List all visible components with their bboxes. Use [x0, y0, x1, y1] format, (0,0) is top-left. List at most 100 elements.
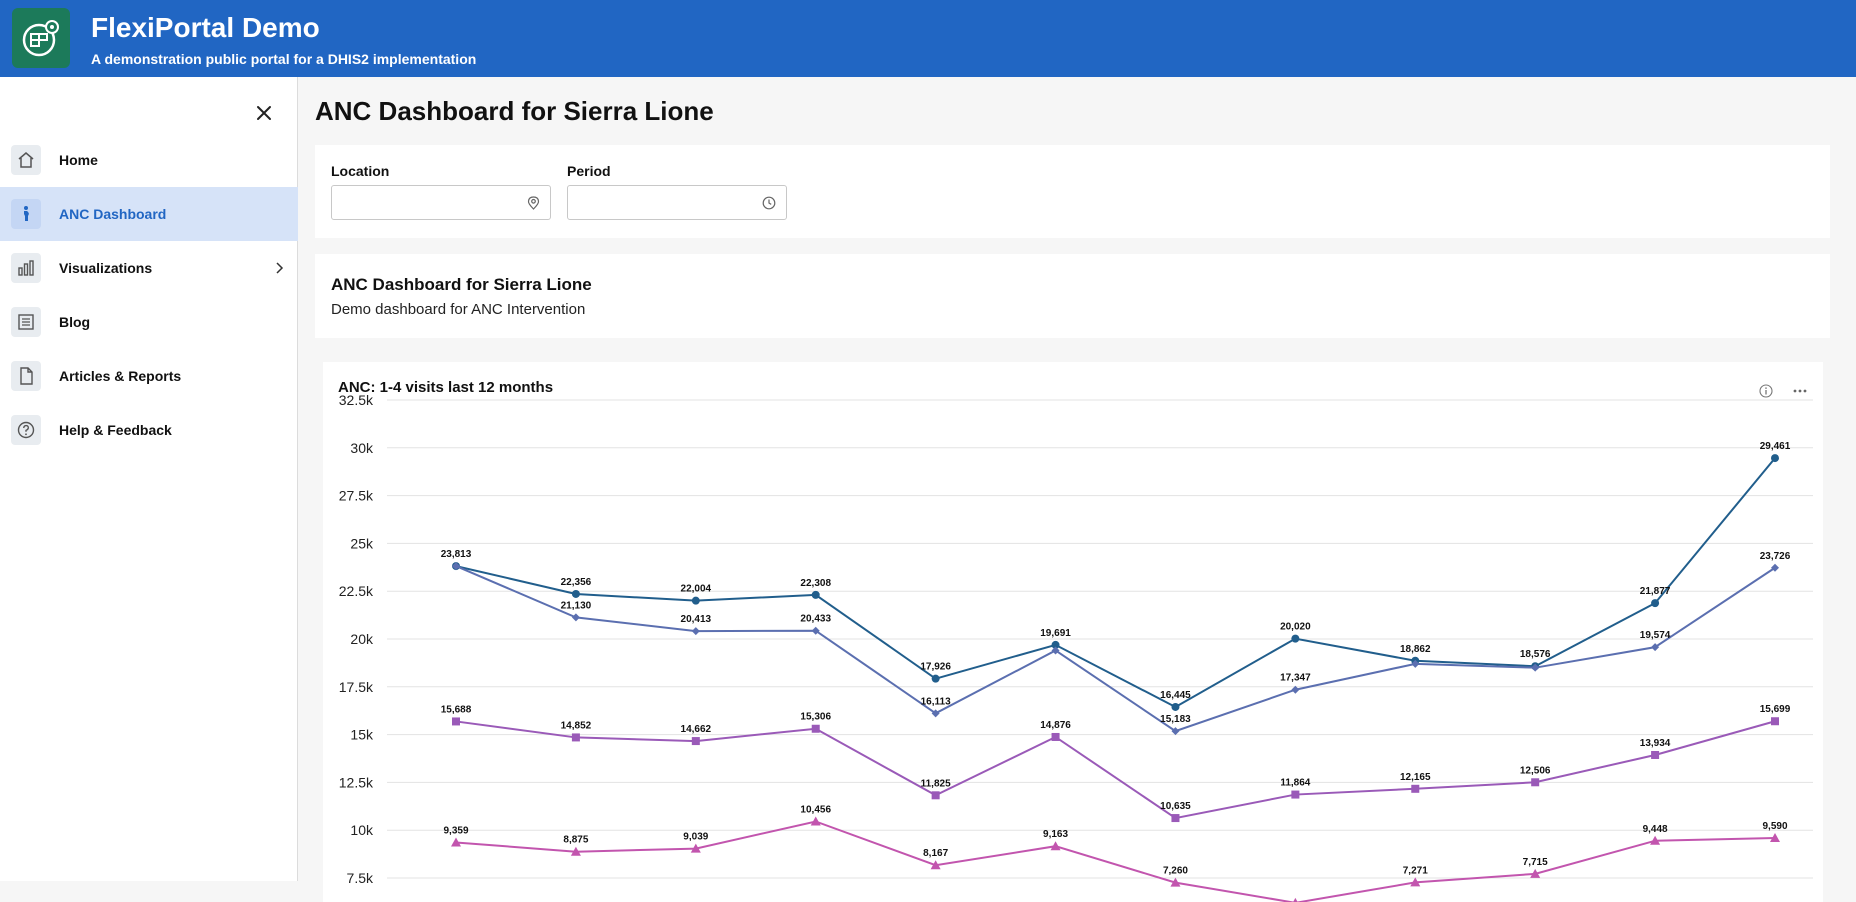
- info-icon[interactable]: [1755, 382, 1777, 400]
- chart-title: ANC: 1-4 visits last 12 months: [338, 379, 554, 396]
- dashboard-description: Demo dashboard for ANC Intervention: [331, 301, 586, 318]
- document-icon: [11, 361, 41, 391]
- data-label: 16,445: [1160, 690, 1191, 701]
- y-tick-label: 22.5k: [339, 583, 374, 599]
- chart-actions: [1755, 382, 1811, 400]
- close-sidebar-button[interactable]: [250, 99, 278, 127]
- dashboard-title: ANC Dashboard for Sierra Lione: [331, 275, 592, 294]
- data-label: 11,864: [1280, 778, 1310, 789]
- data-point: [1171, 814, 1180, 823]
- data-label: 18,862: [1400, 644, 1431, 655]
- data-label: 20,433: [800, 614, 831, 625]
- period-label: Period: [567, 163, 611, 179]
- data-label: 15,699: [1760, 704, 1791, 715]
- sidebar-item-articles-reports[interactable]: Articles & Reports: [0, 349, 298, 403]
- data-label: 17,347: [1280, 673, 1311, 684]
- data-label: 16,113: [921, 696, 951, 707]
- app-subtitle: A demonstration public portal for a DHIS…: [91, 51, 477, 67]
- page-title: ANC Dashboard for Sierra Lione: [315, 96, 714, 126]
- data-label: 22,308: [800, 578, 831, 589]
- data-point: [810, 816, 821, 826]
- data-label: 14,662: [681, 724, 712, 735]
- sidebar-item-label: Blog: [59, 314, 91, 330]
- series-line: [455, 820, 1776, 902]
- data-point: [811, 590, 820, 599]
- data-label: 9,163: [1043, 829, 1068, 840]
- data-label: 15,688: [441, 704, 472, 715]
- y-tick-label: 27.5k: [339, 488, 374, 504]
- data-point: [691, 596, 700, 605]
- data-label: 10,635: [1160, 801, 1191, 812]
- data-point: [691, 737, 700, 746]
- app-title: FlexiPortal Demo: [91, 12, 320, 43]
- data-label: 23,726: [1760, 551, 1791, 562]
- data-point: [691, 627, 700, 636]
- y-tick-label: 15k: [350, 727, 374, 743]
- y-tick-label: 10k: [350, 822, 374, 838]
- dashboard-info-card: ANC Dashboard for Sierra Lione Demo dash…: [315, 254, 1830, 338]
- sidebar-nav: Home ANC Dashboard Visualizations Blog A…: [0, 133, 298, 457]
- data-label: 9,590: [1762, 821, 1787, 832]
- close-icon: [257, 106, 271, 120]
- data-label: 20,020: [1280, 622, 1311, 633]
- data-point: [1291, 634, 1300, 643]
- data-point: [571, 589, 580, 598]
- home-icon: [11, 145, 41, 175]
- data-point: [811, 724, 820, 733]
- sidebar-item-anc-dashboard[interactable]: ANC Dashboard: [0, 187, 298, 241]
- sidebar: Home ANC Dashboard Visualizations Blog A…: [0, 77, 298, 881]
- location-pin-icon: [527, 196, 540, 210]
- filter-card: Location Period: [315, 145, 1830, 238]
- data-point: [1411, 784, 1420, 793]
- data-point: [571, 613, 580, 622]
- chevron-right-icon: [276, 262, 284, 274]
- sidebar-item-help-feedback[interactable]: Help & Feedback: [0, 403, 298, 457]
- data-label: 7,271: [1403, 865, 1428, 876]
- sidebar-item-label: ANC Dashboard: [59, 206, 167, 222]
- data-label: 14,852: [561, 720, 592, 731]
- data-label: 10,456: [800, 804, 831, 815]
- sidebar-item-label: Help & Feedback: [59, 422, 172, 438]
- data-label: 12,506: [1520, 765, 1551, 776]
- dashboard-gear-logo[interactable]: [12, 8, 70, 68]
- data-label: 15,306: [800, 712, 831, 723]
- data-point: [1051, 732, 1060, 741]
- data-label: 17,926: [920, 662, 951, 673]
- data-label: 11,825: [921, 778, 951, 789]
- data-point: [1771, 454, 1779, 463]
- data-label: 12,165: [1400, 772, 1431, 783]
- location-input[interactable]: [331, 185, 551, 220]
- sidebar-item-home[interactable]: Home: [0, 133, 298, 187]
- sidebar-item-visualizations[interactable]: Visualizations: [0, 241, 298, 295]
- data-point: [1291, 790, 1300, 799]
- more-icon[interactable]: [1789, 382, 1811, 400]
- data-label: 13,934: [1640, 738, 1671, 749]
- data-label: 8,167: [923, 848, 948, 859]
- data-label: 9,448: [1643, 824, 1668, 835]
- period-input[interactable]: [567, 185, 787, 220]
- data-point: [1651, 599, 1660, 608]
- data-label: 29,461: [1760, 441, 1791, 452]
- y-tick-label: 25k: [350, 535, 374, 551]
- data-label: 9,359: [443, 825, 468, 836]
- help-icon: [11, 415, 41, 445]
- sidebar-item-label: Articles & Reports: [59, 368, 182, 384]
- data-label: 19,691: [1040, 628, 1071, 639]
- pregnant-person-icon: [11, 199, 41, 229]
- y-tick-label: 7.5k: [347, 870, 374, 886]
- data-label: 7,260: [1163, 866, 1188, 877]
- line-chart: 7.5k10k12.5k15k17.5k20k22.5k25k27.5k30k3…: [339, 392, 1813, 902]
- data-point: [571, 733, 580, 742]
- series-line: [455, 720, 1776, 820]
- data-point: [1771, 717, 1779, 726]
- data-point: [931, 791, 940, 800]
- data-label: 20,413: [681, 614, 712, 625]
- sidebar-item-blog[interactable]: Blog: [0, 295, 298, 349]
- data-point: [931, 674, 940, 683]
- sidebar-item-label: Home: [59, 152, 98, 168]
- data-label: 18,576: [1520, 649, 1551, 660]
- main-content: ANC Dashboard for Sierra Lione Location …: [299, 77, 1856, 902]
- data-point: [1171, 702, 1180, 711]
- data-point: [1531, 778, 1540, 787]
- data-label: 8,875: [563, 835, 588, 846]
